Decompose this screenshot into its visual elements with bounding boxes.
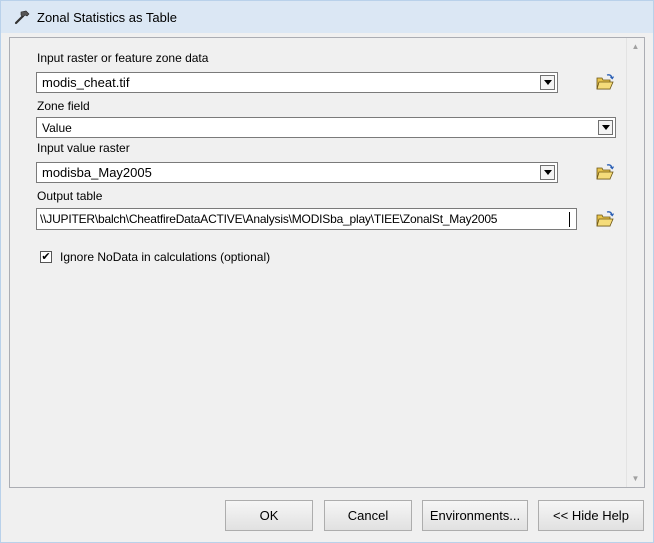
parameters-panel: Input raster or feature zone data modis_… xyxy=(9,37,645,488)
output-table-input[interactable]: \\JUPITER\balch\CheatfireDataACTIVE\Anal… xyxy=(36,208,577,230)
input-value-raster-label: Input value raster xyxy=(37,141,130,155)
zone-field-value: Value xyxy=(42,121,72,135)
output-table-browse-button[interactable] xyxy=(594,208,616,230)
checkmark-icon: ✔ xyxy=(41,251,51,263)
hammer-icon xyxy=(14,10,30,25)
zone-field-dropdown-button[interactable] xyxy=(598,120,613,135)
ok-button[interactable]: OK xyxy=(225,500,313,531)
open-folder-icon xyxy=(596,211,615,227)
input-raster-value: modis_cheat.tif xyxy=(42,75,130,90)
tool-dialog: Zonal Statistics as Table Input raster o… xyxy=(0,0,654,543)
chevron-down-icon xyxy=(543,170,552,175)
text-caret xyxy=(569,212,570,227)
ignore-nodata-label: Ignore NoData in calculations (optional) xyxy=(60,250,271,264)
input-value-raster-browse-button[interactable] xyxy=(594,161,616,183)
output-table-label: Output table xyxy=(37,189,103,203)
input-raster-dropdown-button[interactable] xyxy=(540,75,555,90)
input-raster-label: Input raster or feature zone data xyxy=(37,51,209,65)
input-value-raster-dropdown-button[interactable] xyxy=(540,165,555,180)
chevron-down-icon xyxy=(601,125,610,130)
input-raster-browse-button[interactable] xyxy=(594,71,616,93)
input-value-raster-value: modisba_May2005 xyxy=(42,165,152,180)
scroll-down-icon[interactable]: ▼ xyxy=(627,470,644,487)
scroll-up-icon[interactable]: ▲ xyxy=(627,38,644,55)
title-bar[interactable]: Zonal Statistics as Table xyxy=(1,1,653,33)
zone-field-combo[interactable]: Value xyxy=(36,117,616,138)
output-table-value: \\JUPITER\balch\CheatfireDataACTIVE\Anal… xyxy=(40,212,498,226)
ignore-nodata-checkbox[interactable]: ✔ xyxy=(40,251,52,263)
ignore-nodata-row[interactable]: ✔ Ignore NoData in calculations (optiona… xyxy=(40,250,270,264)
vertical-scrollbar[interactable]: ▲ ▼ xyxy=(626,38,644,487)
input-value-raster-combo[interactable]: modisba_May2005 xyxy=(36,162,558,183)
cancel-button[interactable]: Cancel xyxy=(324,500,412,531)
environments-button[interactable]: Environments... xyxy=(422,500,528,531)
button-bar: OK Cancel Environments... << Hide Help xyxy=(1,491,653,542)
open-folder-icon xyxy=(596,164,615,180)
input-raster-combo[interactable]: modis_cheat.tif xyxy=(36,72,558,93)
open-folder-icon xyxy=(596,74,615,90)
chevron-down-icon xyxy=(543,80,552,85)
hide-help-button[interactable]: << Hide Help xyxy=(538,500,644,531)
window-title: Zonal Statistics as Table xyxy=(37,9,177,25)
zone-field-label: Zone field xyxy=(37,99,90,113)
